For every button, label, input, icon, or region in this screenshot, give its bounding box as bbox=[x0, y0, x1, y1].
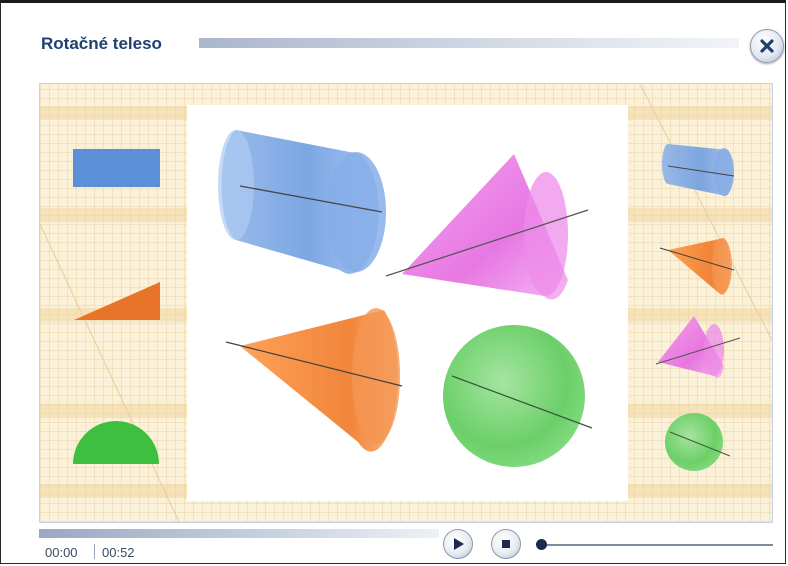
close-x-icon bbox=[760, 39, 774, 53]
close-button[interactable] bbox=[750, 29, 784, 63]
player-controls: 00:00 00:52 bbox=[39, 525, 773, 565]
animation-stage bbox=[39, 83, 773, 523]
volume-slider-knob[interactable] bbox=[536, 539, 547, 550]
current-time: 00:00 bbox=[45, 545, 78, 560]
title-gradient-bar bbox=[199, 38, 739, 48]
play-icon bbox=[454, 538, 464, 550]
thumb-orange-cone bbox=[659, 238, 735, 295]
half-disc-shape bbox=[73, 421, 159, 464]
bg-line bbox=[639, 84, 772, 342]
thumb-cylinder bbox=[662, 144, 735, 196]
thumb-magenta-cone bbox=[655, 316, 741, 378]
play-button[interactable] bbox=[443, 529, 473, 559]
triangle-shape bbox=[74, 282, 160, 320]
window-title: Rotačné teleso bbox=[41, 34, 162, 53]
thumb-sphere bbox=[665, 413, 731, 471]
progress-bar[interactable] bbox=[39, 529, 439, 538]
time-separator bbox=[94, 544, 95, 559]
player-window: Rotačné teleso 00:00 00:52 bbox=[0, 0, 786, 564]
stage-drawing bbox=[40, 84, 772, 522]
rectangle-shape bbox=[73, 149, 160, 187]
bg-line bbox=[40, 223, 180, 522]
total-time: 00:52 bbox=[102, 545, 135, 560]
volume-slider-track[interactable] bbox=[547, 544, 773, 546]
stop-button[interactable] bbox=[491, 529, 521, 559]
stop-icon bbox=[502, 540, 510, 548]
